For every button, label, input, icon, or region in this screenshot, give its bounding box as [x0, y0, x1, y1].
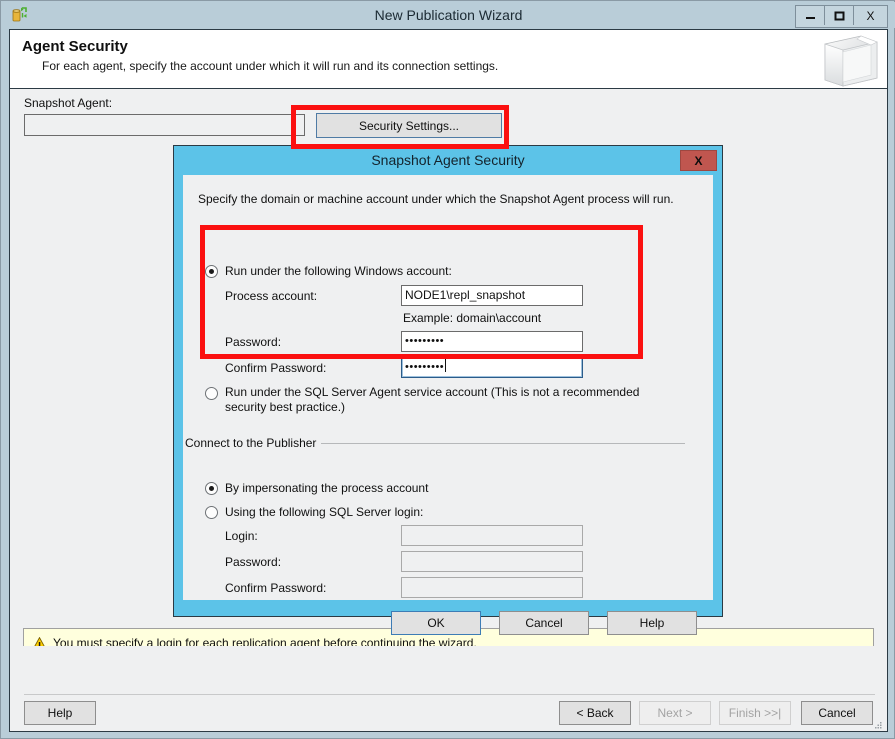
back-button[interactable]: < Back: [559, 701, 631, 725]
connect-group-title: Connect to the Publisher: [185, 436, 321, 450]
dialog-description: Specify the domain or machine account un…: [198, 192, 674, 206]
radio-sql-server-login-label: Using the following SQL Server login:: [225, 505, 423, 519]
process-account-example-hint: Example: domain\account: [403, 311, 541, 325]
dialog-content: Specify the domain or machine account un…: [183, 175, 713, 600]
radio-impersonate-process-account[interactable]: [205, 482, 218, 495]
close-icon[interactable]: X: [854, 6, 887, 25]
login-input[interactable]: [401, 525, 583, 546]
windows-password-label: Password:: [225, 335, 281, 349]
login-label: Login:: [225, 529, 258, 543]
publisher-password-input[interactable]: [401, 551, 583, 572]
finish-button: Finish >>|: [719, 701, 791, 725]
wizard-footer: Help < Back Next > Finish >>| Cancel: [9, 646, 888, 732]
dialog-title: Snapshot Agent Security: [174, 146, 722, 174]
maximize-icon[interactable]: [825, 6, 854, 25]
publisher-password-label: Password:: [225, 555, 281, 569]
minimize-icon[interactable]: [796, 6, 825, 25]
radio-windows-account-label: Run under the following Windows account:: [225, 264, 452, 278]
window-controls: X: [795, 5, 888, 28]
resize-grip-icon[interactable]: [873, 718, 883, 728]
dialog-help-button[interactable]: Help: [607, 611, 697, 635]
dialog-close-icon[interactable]: X: [680, 150, 717, 171]
window-title: New Publication Wizard: [2, 2, 895, 28]
windows-confirm-password-input[interactable]: •••••••••: [401, 357, 583, 378]
radio-impersonate-process-account-label: By impersonating the process account: [225, 481, 428, 495]
help-button[interactable]: Help: [24, 701, 96, 725]
wizard-book-graphic: [813, 30, 885, 88]
process-account-input[interactable]: NODE1\repl_snapshot: [401, 285, 583, 306]
page-subtitle: For each agent, specify the account unde…: [42, 59, 498, 73]
publisher-confirm-password-input[interactable]: [401, 577, 583, 598]
radio-sql-agent-account[interactable]: [205, 387, 218, 400]
snapshot-agent-security-dialog: Snapshot Agent Security X Specify the do…: [173, 145, 723, 617]
window-titlebar: New Publication Wizard X: [2, 2, 895, 28]
radio-sql-agent-account-label: Run under the SQL Server Agent service a…: [225, 385, 675, 415]
process-account-label: Process account:: [225, 289, 317, 303]
snapshot-agent-input[interactable]: [24, 114, 305, 136]
wizard-header: Agent Security For each agent, specify t…: [9, 29, 888, 89]
wizard-window: New Publication Wizard X Agent Security …: [0, 0, 895, 739]
cancel-button[interactable]: Cancel: [801, 701, 873, 725]
security-settings-button[interactable]: Security Settings...: [316, 113, 502, 138]
text-caret: [445, 359, 446, 372]
radio-windows-account[interactable]: [205, 265, 218, 278]
snapshot-agent-label: Snapshot Agent:: [24, 96, 112, 110]
next-button: Next >: [639, 701, 711, 725]
page-title: Agent Security: [22, 38, 128, 55]
windows-password-input[interactable]: •••••••••: [401, 331, 583, 352]
footer-divider: [24, 694, 875, 695]
dialog-cancel-button[interactable]: Cancel: [499, 611, 589, 635]
windows-confirm-password-label: Confirm Password:: [225, 361, 326, 375]
radio-sql-server-login[interactable]: [205, 506, 218, 519]
windows-confirm-password-value: •••••••••: [405, 361, 444, 373]
screen-root: New Publication Wizard X Agent Security …: [0, 0, 895, 739]
dialog-ok-button[interactable]: OK: [391, 611, 481, 635]
publisher-confirm-password-label: Confirm Password:: [225, 581, 326, 595]
